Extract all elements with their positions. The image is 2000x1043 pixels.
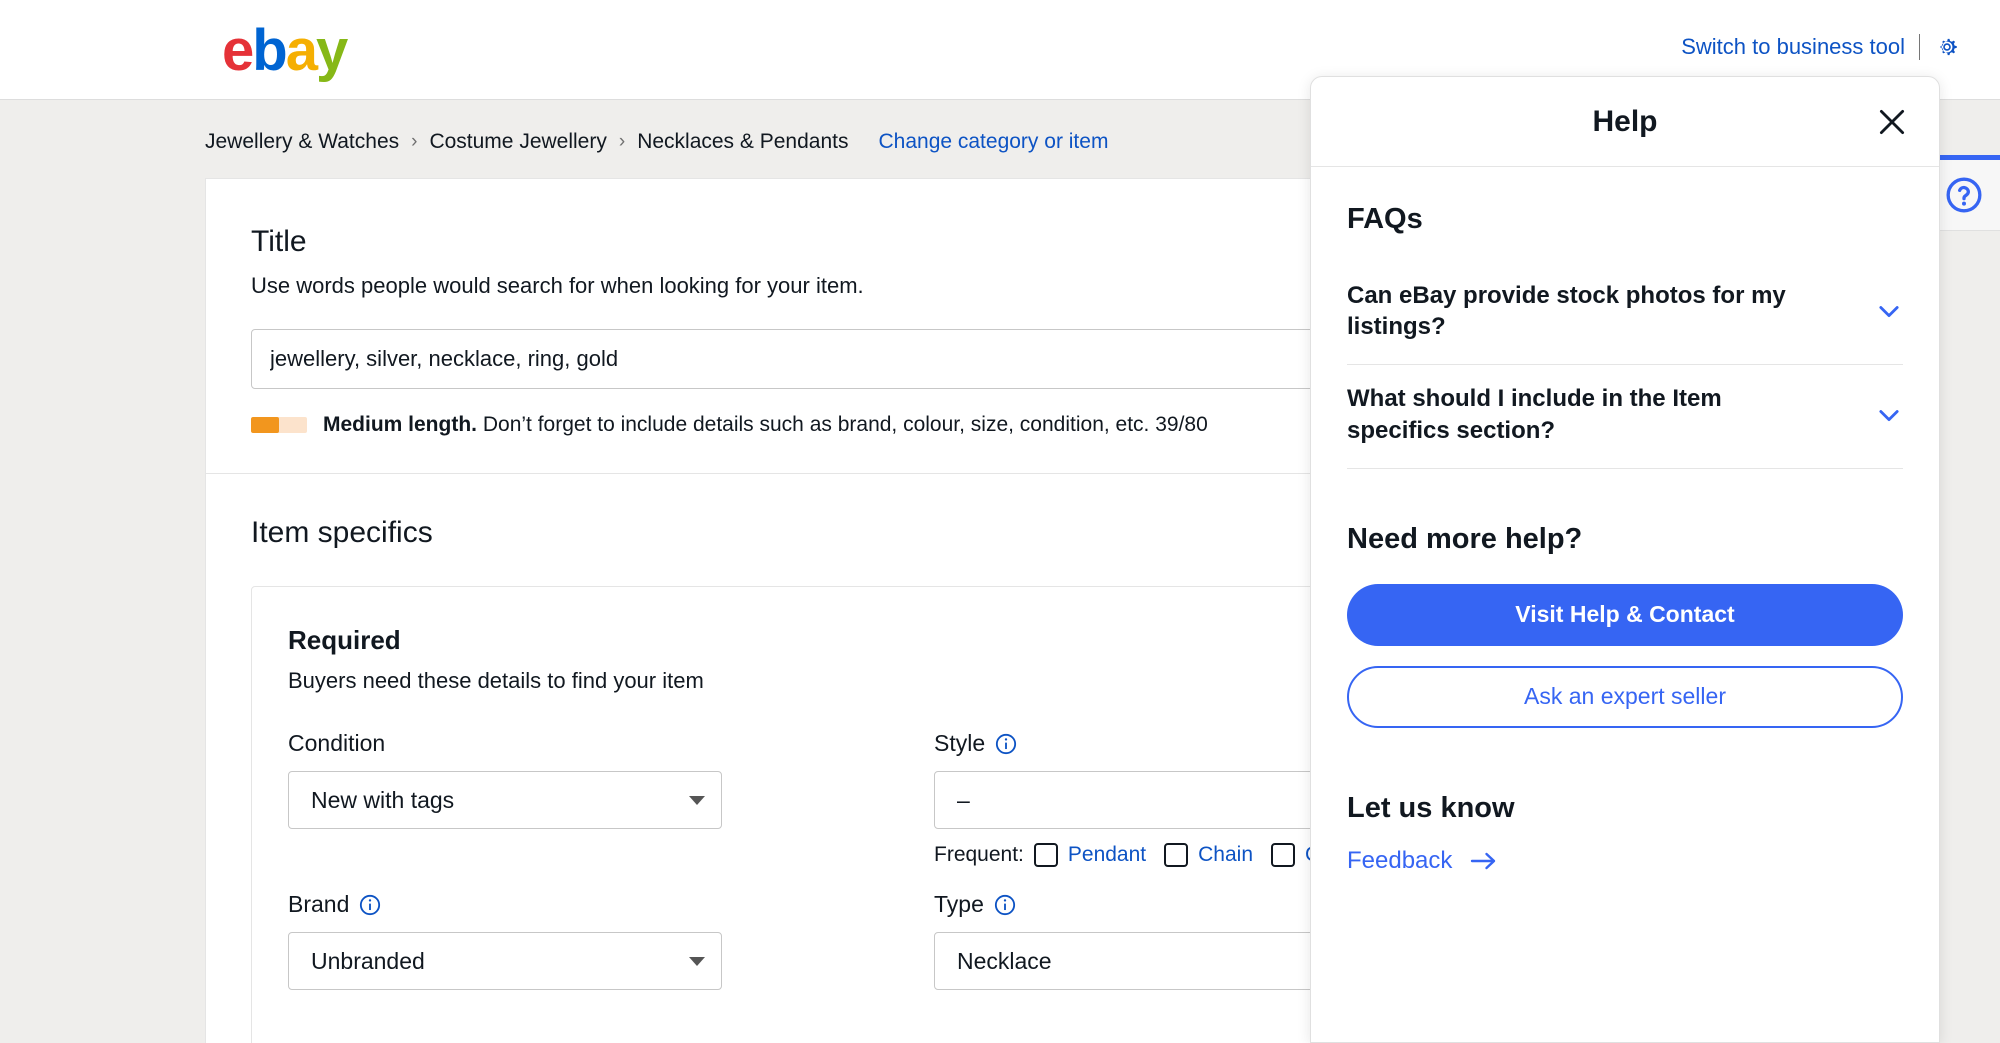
title-length-meter-fill [251, 417, 279, 433]
style-select[interactable]: – [934, 771, 1368, 829]
help-panel-body: FAQs Can eBay provide stock photos for m… [1311, 167, 1939, 875]
title-length-meter [251, 417, 307, 433]
style-value: – [957, 786, 970, 813]
feedback-label: Feedback [1347, 846, 1453, 874]
breadcrumb: Jewellery & Watches › Costume Jewellery … [205, 130, 1108, 154]
breadcrumb-item-1[interactable]: Costume Jewellery [429, 130, 606, 154]
logo-letter-b: b [252, 18, 287, 83]
gear-icon[interactable] [1934, 34, 1960, 60]
breadcrumb-item-0[interactable]: Jewellery & Watches [205, 130, 399, 154]
breadcrumb-separator: › [618, 131, 626, 152]
info-icon[interactable] [995, 733, 1017, 755]
checkbox-pendant[interactable] [1033, 843, 1058, 867]
help-panel-title: Help [1592, 104, 1658, 138]
header-actions: Switch to business tool [1681, 34, 1960, 60]
faq-heading: FAQs [1347, 203, 1423, 235]
field-label-brand: Brand [288, 891, 934, 918]
feedback-link[interactable]: Feedback [1347, 847, 1498, 875]
switch-to-business-tool-link[interactable]: Switch to business tool [1681, 34, 1905, 60]
change-category-link[interactable]: Change category or item [878, 130, 1108, 154]
type-value: Necklace [957, 947, 1052, 974]
need-more-help-heading: Need more help? [1347, 522, 1583, 555]
logo-letter-y: y [315, 18, 348, 83]
breadcrumb-separator: › [411, 131, 418, 152]
arrow-right-icon [1470, 850, 1498, 872]
brand-label-text: Brand [288, 891, 350, 917]
brand-value: Unbranded [311, 947, 425, 974]
ask-expert-seller-button[interactable]: Ask an expert seller [1347, 665, 1903, 728]
title-hint-strong: Medium length. [323, 413, 477, 436]
page-root: ebay Switch to business tool Jewellery &… [0, 0, 2000, 1043]
header-divider [1919, 34, 1920, 60]
let-us-know-heading: Let us know [1347, 791, 1515, 824]
condition-value: New with tags [311, 786, 455, 813]
checkbox-label-chain[interactable]: Chain [1198, 843, 1253, 867]
chevron-down-icon [689, 956, 705, 966]
faq-question: Can eBay provide stock photos for my lis… [1347, 282, 1786, 341]
title-hint-rest: Don’t forget to include details such as … [482, 413, 1208, 436]
faq-question: What should I include in the Item specif… [1347, 385, 1722, 444]
help-panel-header: Help [1311, 77, 1939, 167]
chevron-down-icon [689, 795, 705, 805]
breadcrumb-item-2[interactable]: Necklaces & Pendants [637, 130, 848, 154]
checkbox-charm[interactable] [1271, 843, 1296, 867]
faq-item[interactable]: What should I include in the Item specif… [1347, 365, 1903, 469]
type-label-text: Type [934, 891, 984, 917]
type-select[interactable]: Necklace [934, 932, 1368, 990]
question-mark-circle-icon [1944, 175, 1984, 215]
faq-item[interactable]: Can eBay provide stock photos for my lis… [1347, 262, 1903, 366]
field-condition: Condition New with tags [288, 730, 934, 867]
chevron-down-icon [1875, 297, 1903, 325]
condition-label-text: Condition [288, 730, 386, 756]
field-label-condition: Condition [288, 730, 934, 757]
style-label-text: Style [934, 730, 986, 756]
frequent-label: Frequent: [934, 843, 1024, 866]
condition-select[interactable]: New with tags [288, 771, 722, 829]
field-brand: Brand Unbranded [288, 891, 934, 990]
ebay-logo[interactable]: ebay [222, 22, 348, 80]
chevron-down-icon [1875, 401, 1903, 429]
logo-letter-a: a [285, 18, 318, 83]
help-panel: Help FAQs Can eBay provide stock photos … [1310, 76, 1940, 1043]
checkbox-label-pendant[interactable]: Pendant [1068, 843, 1146, 867]
info-icon[interactable] [359, 894, 381, 916]
close-icon [1875, 105, 1909, 139]
logo-letter-e: e [222, 18, 254, 83]
help-panel-close-button[interactable] [1875, 105, 1909, 139]
info-icon[interactable] [994, 894, 1016, 916]
visit-help-contact-button[interactable]: Visit Help & Contact [1347, 583, 1903, 646]
brand-select[interactable]: Unbranded [288, 932, 722, 990]
title-hint-text: Medium length. Don’t forget to include d… [323, 413, 1208, 437]
checkbox-chain[interactable] [1164, 843, 1189, 867]
